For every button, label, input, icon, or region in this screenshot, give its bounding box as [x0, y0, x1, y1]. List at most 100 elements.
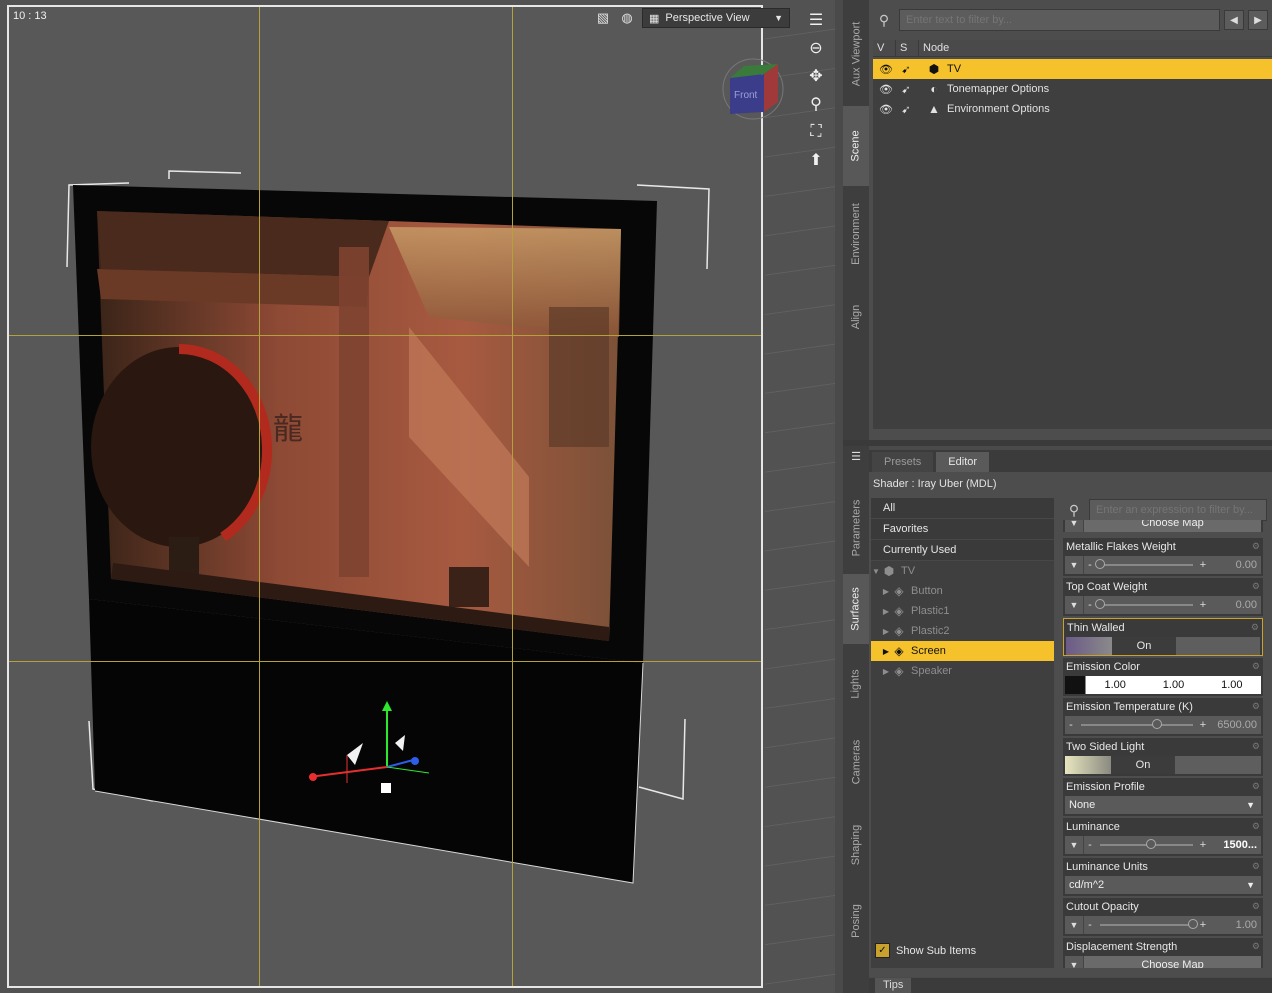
- tab-shaping[interactable]: Shaping: [843, 808, 869, 882]
- 3d-viewport[interactable]: 龍 10 : 13: [7, 5, 763, 988]
- gear-icon[interactable]: ⚙: [1252, 901, 1260, 912]
- show-sub-items[interactable]: ✓ Show Sub Items: [875, 943, 976, 958]
- select-arrow-icon[interactable]: ➹: [895, 103, 917, 116]
- chevron-down-icon[interactable]: ▼: [1065, 556, 1084, 574]
- eye-icon[interactable]: 👁: [873, 103, 895, 116]
- view-cube[interactable]: Front: [720, 56, 786, 122]
- gear-icon[interactable]: ⚙: [1252, 541, 1260, 552]
- checkbox-checked-icon[interactable]: ✓: [875, 943, 890, 958]
- collapse-left-button[interactable]: ◀: [1224, 10, 1244, 30]
- minus-icon[interactable]: -: [1084, 839, 1096, 851]
- luminance-units-select[interactable]: cd/m^2 ▼: [1065, 876, 1261, 894]
- plus-icon[interactable]: +: [1197, 719, 1209, 731]
- tab-scene[interactable]: Scene: [843, 106, 869, 186]
- choose-map-button[interactable]: Choose Map: [1084, 520, 1261, 532]
- minus-icon[interactable]: -: [1065, 719, 1077, 731]
- scene-row-environment[interactable]: 👁 ➹ ▲ Environment Options: [873, 99, 1272, 119]
- tree-item-speaker[interactable]: ▶ ◈ Speaker: [871, 661, 1054, 681]
- frame-selection-icon[interactable]: ⛶: [805, 122, 827, 142]
- select-arrow-icon[interactable]: ➹: [895, 83, 917, 96]
- pan-camera-icon[interactable]: ✥: [805, 66, 827, 86]
- tab-surfaces[interactable]: Surfaces: [843, 574, 869, 644]
- slider[interactable]: ▼ - + 0.00: [1065, 596, 1261, 614]
- tab-lights[interactable]: Lights: [843, 652, 869, 716]
- reset-camera-icon[interactable]: ⬆: [805, 150, 827, 170]
- displacement-map[interactable]: ▼ Choose Map: [1065, 956, 1261, 968]
- caret-right-icon[interactable]: ▶: [881, 587, 891, 596]
- plus-icon[interactable]: +: [1197, 919, 1209, 931]
- column-selectable[interactable]: S: [896, 40, 919, 56]
- chevron-down-icon[interactable]: ▼: [1065, 916, 1084, 934]
- gear-icon[interactable]: ⚙: [1252, 781, 1260, 792]
- tv-model[interactable]: 龍: [9, 7, 763, 988]
- gear-icon[interactable]: ⚙: [1252, 701, 1260, 712]
- gear-icon[interactable]: ⚙: [1252, 821, 1260, 832]
- toggle[interactable]: On: [1065, 756, 1261, 774]
- view-select[interactable]: ▦ Perspective View ▼: [642, 8, 790, 28]
- tab-aux-viewport[interactable]: Aux Viewport: [843, 6, 869, 102]
- column-node[interactable]: Node: [919, 40, 949, 56]
- category-favorites[interactable]: Favorites: [871, 519, 1054, 540]
- panel-splitter[interactable]: [843, 440, 1272, 446]
- tree-item-plastic2[interactable]: ▶ ◈ Plastic2: [871, 621, 1054, 641]
- panel-menu-icon[interactable]: ☰: [843, 446, 869, 466]
- eye-icon[interactable]: 👁: [873, 63, 895, 76]
- tab-posing[interactable]: Posing: [843, 888, 869, 954]
- slider-knob[interactable]: [1146, 839, 1157, 849]
- tab-cameras[interactable]: Cameras: [843, 722, 869, 802]
- draw-style-icon[interactable]: ▧: [594, 9, 612, 27]
- slider-knob[interactable]: [1095, 559, 1105, 569]
- plus-icon[interactable]: +: [1197, 559, 1209, 571]
- slider-knob[interactable]: [1095, 599, 1105, 609]
- gear-icon[interactable]: ⚙: [1252, 581, 1260, 592]
- orbit-camera-icon[interactable]: ⊖: [805, 38, 827, 58]
- tab-align[interactable]: Align: [843, 286, 869, 348]
- chevron-down-icon[interactable]: ▼: [1065, 956, 1084, 968]
- eye-icon[interactable]: 👁: [873, 83, 895, 96]
- emission-profile-select[interactable]: None ▼: [1065, 796, 1261, 814]
- tab-environment[interactable]: Environment: [843, 186, 869, 282]
- scene-row-tv[interactable]: 👁 ➹ ⬢ TV: [873, 59, 1272, 79]
- chevron-down-icon[interactable]: ▼: [1065, 836, 1084, 854]
- tab-tips[interactable]: Tips: [875, 978, 912, 993]
- tree-item-button[interactable]: ▶ ◈ Button: [871, 581, 1054, 601]
- gear-icon[interactable]: ⚙: [1251, 622, 1259, 633]
- category-currently-used[interactable]: Currently Used: [871, 540, 1054, 561]
- gear-icon[interactable]: ⚙: [1252, 741, 1260, 752]
- slider[interactable]: ▼ - + 1.00: [1065, 916, 1261, 934]
- toggle[interactable]: On: [1066, 637, 1260, 655]
- scene-row-tonemapper[interactable]: 👁 ➹ ◐ Tonemapper Options: [873, 79, 1272, 99]
- options-menu-icon[interactable]: ☰: [805, 10, 827, 30]
- caret-right-icon[interactable]: ▶: [881, 607, 891, 616]
- caret-down-icon[interactable]: ▼: [871, 567, 881, 576]
- plus-icon[interactable]: +: [1197, 839, 1209, 851]
- plus-icon[interactable]: +: [1197, 599, 1209, 611]
- zoom-camera-icon[interactable]: ⚲: [805, 94, 827, 114]
- slider[interactable]: ▼ - + 0.00: [1065, 556, 1261, 574]
- gear-icon[interactable]: ⚙: [1252, 861, 1260, 872]
- caret-right-icon[interactable]: ▶: [881, 667, 891, 676]
- chevron-down-icon[interactable]: ▼: [1065, 596, 1084, 614]
- property-filter-input[interactable]: [1089, 499, 1267, 521]
- select-arrow-icon[interactable]: ➹: [895, 63, 917, 76]
- expand-right-button[interactable]: ▶: [1248, 10, 1268, 30]
- gear-icon[interactable]: ⚙: [1252, 941, 1260, 952]
- tree-root-tv[interactable]: ▼ ⬢ TV: [871, 561, 1054, 581]
- tab-presets[interactable]: Presets: [872, 452, 934, 472]
- column-visible[interactable]: V: [873, 40, 896, 56]
- tree-item-plastic1[interactable]: ▶ ◈ Plastic1: [871, 601, 1054, 621]
- color-picker[interactable]: 1.00 1.00 1.00: [1065, 676, 1261, 694]
- slider-knob[interactable]: [1152, 719, 1163, 729]
- category-all[interactable]: All: [871, 498, 1054, 519]
- choose-map-button[interactable]: Choose Map: [1084, 956, 1261, 968]
- minus-icon[interactable]: -: [1084, 919, 1096, 931]
- render-mode-icon[interactable]: ◍: [618, 9, 636, 27]
- tab-parameters[interactable]: Parameters: [843, 472, 869, 584]
- tree-item-screen[interactable]: ▶ ◈ Screen: [871, 641, 1054, 661]
- caret-right-icon[interactable]: ▶: [881, 627, 891, 636]
- tab-editor[interactable]: Editor: [936, 452, 990, 472]
- caret-right-icon[interactable]: ▶: [881, 647, 891, 656]
- scene-filter-input[interactable]: [899, 9, 1220, 31]
- chevron-down-icon[interactable]: ▼: [1065, 520, 1084, 532]
- gear-icon[interactable]: ⚙: [1252, 661, 1260, 672]
